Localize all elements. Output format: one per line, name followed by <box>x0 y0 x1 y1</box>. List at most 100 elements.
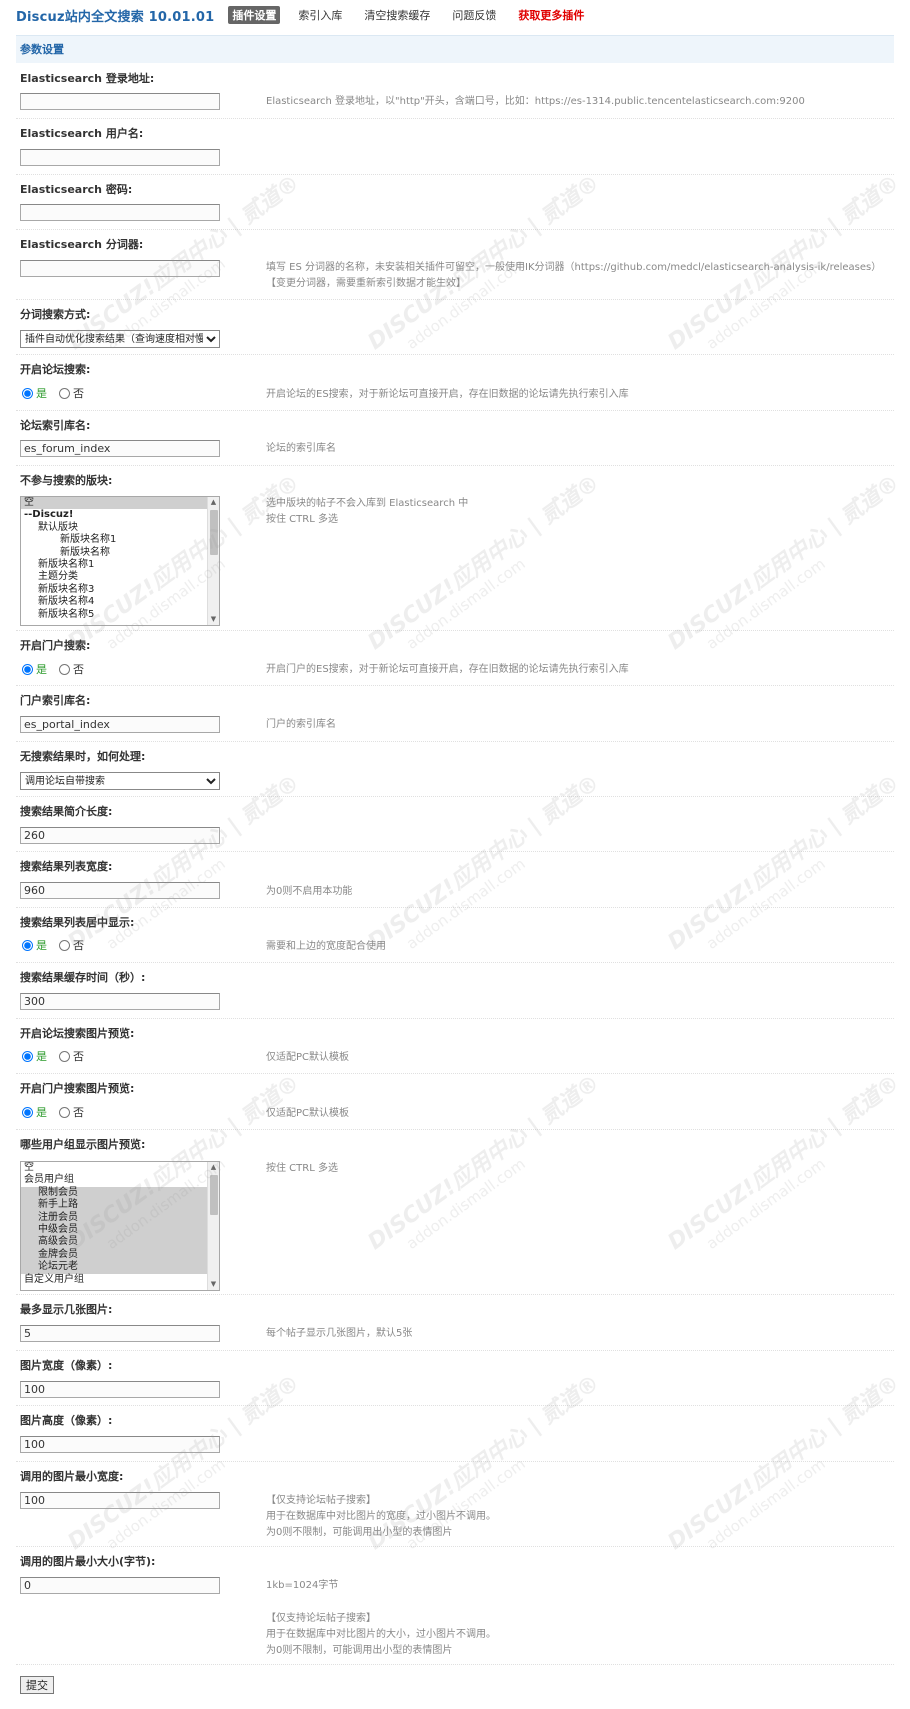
nav-index-import[interactable]: 索引入库 <box>294 6 346 24</box>
field-label: 搜索结果列表居中显示: <box>20 916 135 929</box>
radio-label-no: 否 <box>73 387 84 400</box>
field-label: 搜索结果简介长度: <box>20 805 113 818</box>
field-comment: 按住 CTRL 多选 <box>266 514 338 525</box>
app-title: Discuz站内全文搜索 10.01.01 <box>16 9 215 25</box>
nav-more-plugins[interactable]: 获取更多插件 <box>514 6 588 24</box>
listbox-option[interactable]: 默认版块 <box>21 522 207 534</box>
listbox-option[interactable]: 新版块名称 <box>21 547 207 559</box>
es-password-input[interactable] <box>20 204 220 221</box>
field-comment: 为0则不限制，可能调用出小型的表情图片 <box>266 1645 453 1656</box>
portal-search-no-radio[interactable] <box>59 663 70 675</box>
field-comment: 填写 ES 分词器的名称，未安装相关插件可留空，一般使用IK分词器（https:… <box>266 262 882 273</box>
summary-length-input[interactable] <box>20 827 220 844</box>
field-comment: 论坛的索引库名 <box>266 443 336 454</box>
scroll-down-icon[interactable]: ▼ <box>208 614 219 625</box>
scroll-thumb[interactable] <box>210 1175 218 1215</box>
row-min-img-size: 调用的图片最小大小(字节): 1kb=1024字节 【仅支持论坛帖子搜索】 用于… <box>16 1547 894 1665</box>
listbox-option[interactable]: 金牌会员 <box>21 1248 207 1262</box>
row-es-url: Elasticsearch 登录地址: Elasticsearch 登录地址，以… <box>16 64 894 119</box>
plugin-nav: 插件设置 索引入库 清空搜索缓存 问题反馈 获取更多插件 <box>228 6 602 24</box>
listbox-option[interactable]: 新版块名称5 <box>21 609 207 621</box>
cache-time-input[interactable] <box>20 993 220 1010</box>
list-width-input[interactable] <box>20 882 220 899</box>
scroll-up-icon[interactable]: ▲ <box>208 497 219 508</box>
nav-clear-cache[interactable]: 清空搜索缓存 <box>360 6 434 24</box>
listbox-option[interactable]: 空 <box>21 1162 207 1174</box>
field-label: 哪些用户组显示图片预览: <box>20 1138 146 1151</box>
list-center-yes-radio[interactable] <box>22 939 33 951</box>
field-label: 最多显示几张图片: <box>20 1303 113 1316</box>
img-width-input[interactable] <box>20 1381 220 1398</box>
field-comment: 【仅支持论坛帖子搜索】 <box>266 1613 376 1624</box>
exclude-forums-listbox[interactable]: 空 --Discuz! 默认版块 新版块名称1 新版块名称 新版块名称1 主题分类 新版块名称… <box>20 496 220 626</box>
field-label: Elasticsearch 用户名: <box>20 127 144 140</box>
list-center-no-radio[interactable] <box>59 939 70 951</box>
listbox-option[interactable]: 论坛元老 <box>21 1261 207 1274</box>
max-imgs-input[interactable] <box>20 1325 220 1342</box>
forum-search-yes-radio[interactable] <box>22 387 33 399</box>
listbox-option[interactable]: 新版块名称3 <box>21 584 207 596</box>
portal-search-yes-radio[interactable] <box>22 663 33 675</box>
listbox-option[interactable]: 高级会员 <box>21 1236 207 1249</box>
field-label: 论坛索引库名: <box>20 419 91 432</box>
portal-img-no-radio[interactable] <box>59 1106 70 1118</box>
seg-mode-select[interactable]: 插件自动优化搜索结果（查询速度相对慢） <box>20 330 220 348</box>
scroll-down-icon[interactable]: ▼ <box>208 1279 219 1290</box>
field-comment: 开启论坛的ES搜索，对于新论坛可直接开启，存在旧数据的论坛请先执行索引入库 <box>266 389 629 400</box>
forum-search-no-radio[interactable] <box>59 387 70 399</box>
listbox-option[interactable]: 注册会员 <box>21 1211 207 1224</box>
es-analyzer-input[interactable] <box>20 260 220 277</box>
listbox-option[interactable]: 主题分类 <box>21 571 207 583</box>
field-comment: 用于在数据库中对比图片的大小，过小图片不调用。 <box>266 1629 496 1640</box>
field-comment: 门户的索引库名 <box>266 719 336 730</box>
row-es-pass: Elasticsearch 密码: <box>16 175 894 230</box>
field-label: 无搜索结果时，如何处理: <box>20 750 146 763</box>
listbox-scrollbar[interactable]: ▲ ▼ <box>207 1162 219 1290</box>
img-height-input[interactable] <box>20 1436 220 1453</box>
es-url-input[interactable] <box>20 93 220 110</box>
listbox-option[interactable]: 限制会员 <box>21 1186 207 1200</box>
field-label: Elasticsearch 分词器: <box>20 238 144 251</box>
submit-button[interactable]: 提交 <box>20 1676 54 1694</box>
listbox-option[interactable]: 空 <box>21 497 207 510</box>
field-label: 分词搜索方式: <box>20 308 91 321</box>
row-cache-time: 搜索结果缓存时间（秒）: <box>16 963 894 1019</box>
portal-img-yes-radio[interactable] <box>22 1106 33 1118</box>
field-label: 开启论坛搜索图片预览: <box>20 1027 135 1040</box>
min-img-size-input[interactable] <box>20 1577 220 1594</box>
listbox-option[interactable]: 中级会员 <box>21 1223 207 1237</box>
field-label: 调用的图片最小宽度: <box>20 1470 124 1483</box>
forum-img-no-radio[interactable] <box>59 1050 70 1062</box>
scroll-thumb[interactable] <box>210 510 218 555</box>
listbox-option[interactable]: 新版块名称1 <box>21 534 207 546</box>
forum-img-yes-radio[interactable] <box>22 1050 33 1062</box>
listbox-option[interactable]: 新版块名称4 <box>21 596 207 608</box>
listbox-scrollbar[interactable]: ▲ ▼ <box>207 497 219 625</box>
no-result-select[interactable]: 调用论坛自带搜索 <box>20 772 220 790</box>
es-user-input[interactable] <box>20 149 220 166</box>
nav-plugin-settings[interactable]: 插件设置 <box>228 6 281 24</box>
row-img-groups: 哪些用户组显示图片预览: 空会员用户组 限制会员 新手上路 注册会员 中级会员 高级会员金… <box>16 1130 894 1295</box>
scroll-up-icon[interactable]: ▲ <box>208 1162 219 1173</box>
listbox-option[interactable]: 新版块名称1 <box>21 559 207 571</box>
listbox-option[interactable]: --Discuz! <box>21 509 207 521</box>
radio-label-no: 否 <box>73 939 84 952</box>
radio-label-yes: 是 <box>36 1050 47 1063</box>
row-max-imgs: 最多显示几张图片: 每个帖子显示几张图片，默认5张 <box>16 1295 894 1351</box>
forum-index-input[interactable] <box>20 440 220 457</box>
field-comment: 仅适配PC默认模板 <box>266 1108 350 1119</box>
min-img-width-input[interactable] <box>20 1492 220 1509</box>
portal-index-input[interactable] <box>20 716 220 733</box>
row-min-img-width: 调用的图片最小宽度: 【仅支持论坛帖子搜索】 用于在数据库中对比图片的宽度，过小… <box>16 1462 894 1547</box>
listbox-option[interactable]: 自定义用户组 <box>21 1274 207 1286</box>
field-label: Elasticsearch 登录地址: <box>20 72 155 85</box>
img-groups-listbox[interactable]: 空会员用户组 限制会员 新手上路 注册会员 中级会员 高级会员 金牌会员 论坛元老 自定义用户组… <box>20 1161 220 1291</box>
row-es-analyzer: Elasticsearch 分词器: 填写 ES 分词器的名称，未安装相关插件可… <box>16 230 894 300</box>
field-label: 搜索结果缓存时间（秒）: <box>20 971 146 984</box>
field-label: 开启门户搜索图片预览: <box>20 1082 135 1095</box>
radio-label-no: 否 <box>73 663 84 676</box>
listbox-option[interactable]: 新手上路 <box>21 1199 207 1212</box>
field-label: 开启论坛搜索: <box>20 363 91 376</box>
listbox-option[interactable]: 会员用户组 <box>21 1174 207 1186</box>
nav-feedback[interactable]: 问题反馈 <box>448 6 500 24</box>
